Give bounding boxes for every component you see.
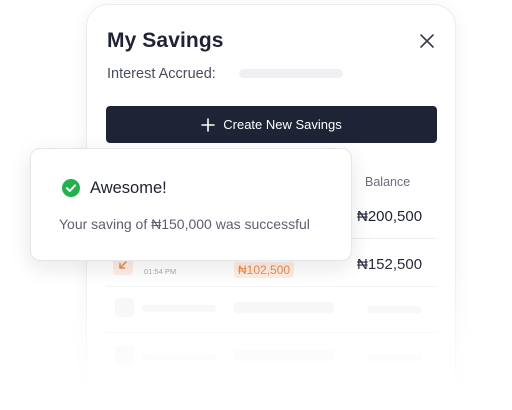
row-divider	[106, 286, 437, 287]
skeleton-row-text	[142, 305, 216, 312]
plus-icon	[201, 117, 216, 132]
toast-title: Awesome!	[90, 179, 167, 197]
transaction-amount: ₦102,500	[234, 262, 295, 278]
skeleton-row-balance	[367, 306, 422, 313]
interest-accrued-label: Interest Accrued:	[107, 66, 216, 82]
transaction-time: 01:54 PM	[144, 267, 177, 276]
skeleton-row-text	[142, 353, 216, 360]
create-new-savings-button[interactable]: Create New Savings	[106, 106, 437, 143]
row-balance: ₦200,500	[357, 208, 423, 225]
interest-accrued-value-skeleton	[239, 69, 343, 78]
column-header-balance: Balance	[365, 175, 411, 189]
skeleton-row-amount	[234, 302, 334, 313]
skeleton-row-icon	[115, 298, 134, 317]
skeleton-row-icon	[115, 346, 134, 365]
page-title: My Savings	[107, 29, 224, 52]
close-icon	[420, 34, 434, 48]
skeleton-row-balance	[367, 354, 422, 361]
row-balance: ₦152,500	[357, 256, 423, 273]
toast-message: Your saving of ₦150,000 was successful	[59, 216, 310, 232]
skeleton-row-amount	[234, 350, 334, 361]
check-circle-icon	[62, 179, 80, 197]
create-new-savings-label: Create New Savings	[223, 117, 342, 132]
row-divider	[106, 332, 437, 333]
success-toast: Awesome! Your saving of ₦150,000 was suc…	[30, 148, 352, 261]
close-button[interactable]	[417, 31, 437, 51]
